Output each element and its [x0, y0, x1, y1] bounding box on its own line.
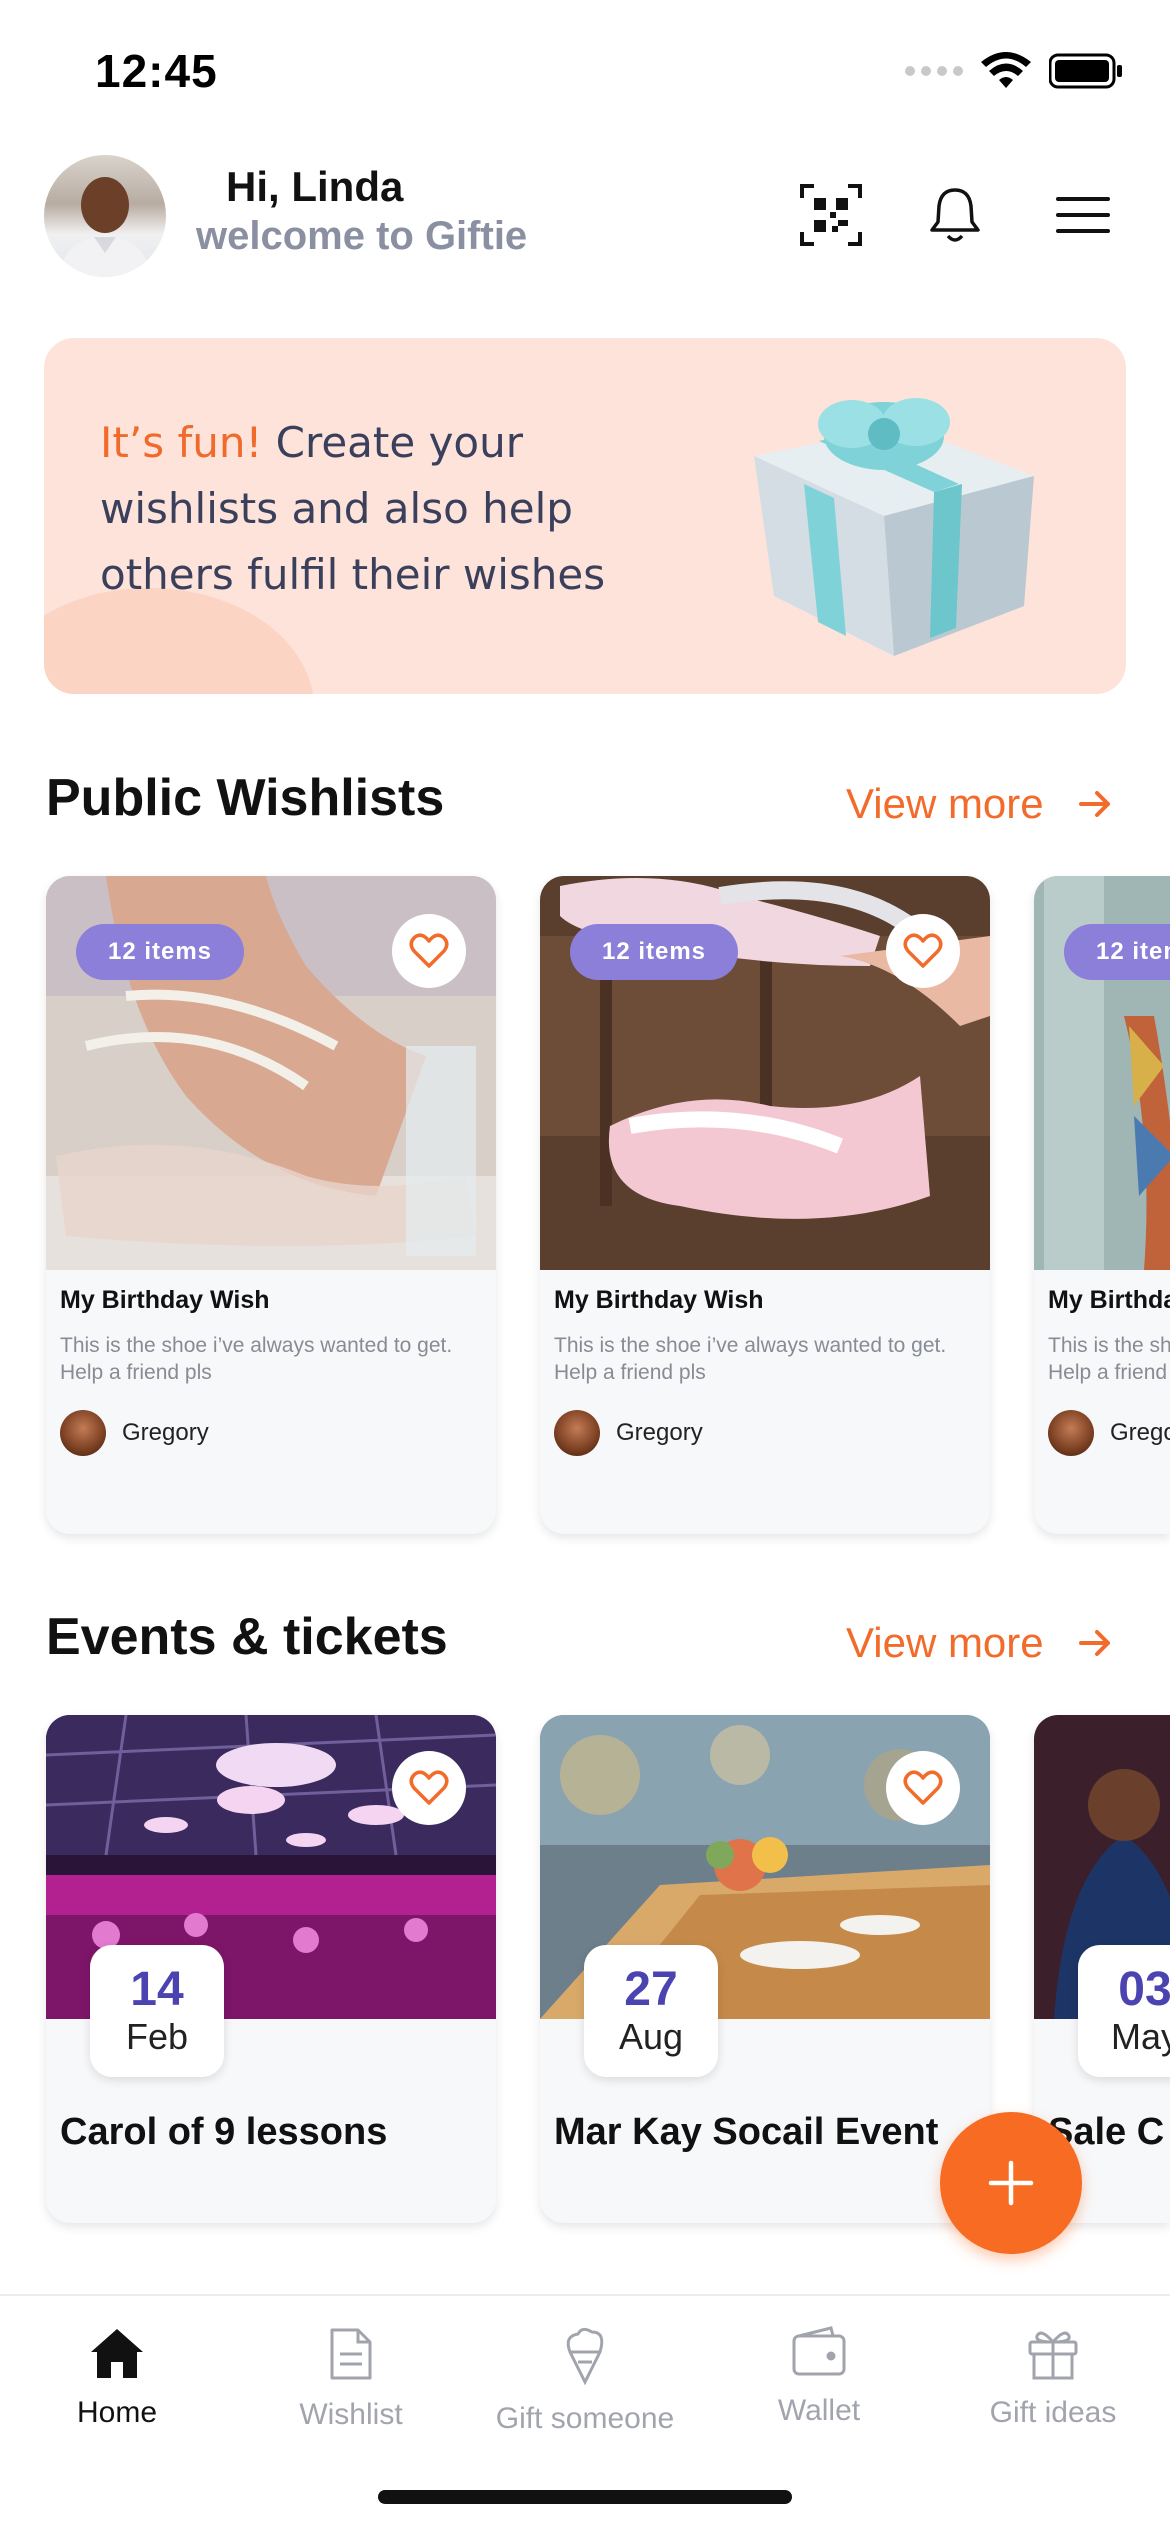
event-date: 14 Feb	[90, 1945, 224, 2077]
tab-wallet[interactable]: Wallet	[702, 2326, 936, 2428]
heart-icon	[903, 933, 943, 968]
tab-label: Home	[76, 2396, 158, 2429]
heart-icon	[409, 1770, 449, 1805]
tab-wishlist[interactable]: Wishlist	[234, 2326, 468, 2432]
welcome-text: welcome to Giftie	[196, 214, 528, 258]
gift-box-illustration	[754, 398, 1034, 656]
tab-label: Gift someone	[495, 2402, 675, 2435]
favorite-button[interactable]	[392, 1751, 466, 1825]
wishlist-description: This is the shoe i’ve always wanted to g…	[1048, 1334, 1170, 1384]
arrow-right-icon	[1078, 791, 1110, 817]
event-title: Carol of 9 lessons	[60, 2111, 388, 2153]
wishlist-card[interactable]: 12 items My Birthday Wish This is the sh…	[46, 876, 496, 1534]
promo-banner[interactable]: It’s fun! Create your wishlists and also…	[44, 338, 1126, 694]
wishlist-owner: Gregory	[554, 1410, 703, 1456]
menu-button[interactable]	[1048, 180, 1118, 250]
favorite-button[interactable]	[886, 1751, 960, 1825]
owner-name: Gregory	[122, 1419, 209, 1446]
public-wishlists-title: Public Wishlists	[46, 769, 445, 827]
banner-text: It’s fun! Create your wishlists and also…	[100, 410, 660, 608]
favorite-button[interactable]	[886, 914, 960, 988]
qr-code-icon	[800, 184, 862, 246]
wishlists-view-more-link[interactable]: View more	[846, 780, 1112, 828]
hamburger-icon	[1056, 197, 1110, 233]
qr-code-button[interactable]	[796, 180, 866, 250]
document-icon	[330, 2328, 372, 2380]
battery-icon	[1049, 53, 1122, 89]
tab-label: Wishlist	[299, 2398, 403, 2431]
event-date: 27 Aug	[584, 1945, 718, 2077]
event-month: Feb	[125, 2016, 189, 2057]
event-day: 27	[624, 1963, 678, 2016]
wifi-icon	[981, 52, 1031, 88]
owner-name: Gregory	[616, 1419, 703, 1446]
event-day: 03	[1118, 1963, 1170, 2016]
plus-icon	[988, 2160, 1034, 2206]
owner-avatar	[60, 1410, 106, 1456]
event-month: May	[1110, 2016, 1170, 2057]
tab-gift-ideas[interactable]: Gift ideas	[936, 2326, 1170, 2430]
signal-icon	[905, 66, 963, 76]
event-card[interactable]: 27 Aug Mar Kay Socail Event	[540, 1715, 990, 2223]
wishlist-title: My Birthday Wish	[60, 1286, 270, 1314]
tab-label: Wallet	[777, 2394, 861, 2427]
banner-highlight: It’s fun!	[100, 418, 263, 467]
owner-avatar	[1048, 1410, 1094, 1456]
event-day: 14	[130, 1963, 184, 2016]
owner-name: Gregory	[1110, 1419, 1170, 1446]
items-badge: 12 items	[570, 924, 738, 980]
event-card[interactable]: 14 Feb Carol of 9 lessons	[46, 1715, 496, 2223]
wishlist-card[interactable]: 12 items My Birthday Wish This is the sh…	[540, 876, 990, 1534]
greeting: Hi, Linda	[226, 163, 404, 210]
events-view-more-link[interactable]: View more	[846, 1619, 1112, 1667]
view-more-label: View more	[846, 780, 1044, 827]
ice-cream-icon	[566, 2327, 604, 2386]
wishlist-owner: Gregory	[60, 1410, 209, 1456]
view-more-label: View more	[846, 1619, 1044, 1666]
tab-gift-someone[interactable]: Gift someone	[468, 2326, 702, 2436]
wishlist-description: This is the shoe i’ve always wanted to g…	[554, 1334, 947, 1384]
wishlist-card[interactable]: 12 items My Birthday Wish This is the sh…	[1034, 876, 1170, 1534]
wishlist-description: This is the shoe i’ve always wanted to g…	[60, 1334, 453, 1384]
bell-icon	[930, 188, 980, 242]
avatar[interactable]	[44, 155, 166, 277]
wishlist-title: My Birthday Wish	[1048, 1286, 1170, 1314]
items-badge: 12 items	[1064, 924, 1170, 980]
wishlist-owner: Gregory	[1048, 1410, 1170, 1456]
items-badge: 12 items	[76, 924, 244, 980]
events-title: Events & tickets	[46, 1608, 448, 1666]
heart-icon	[903, 1770, 943, 1805]
status-time: 12:45	[95, 45, 218, 97]
tab-label: Gift ideas	[989, 2396, 1117, 2429]
home-indicator	[378, 2490, 792, 2504]
gift-icon	[1028, 2331, 1078, 2380]
event-date: 03 May	[1078, 1945, 1170, 2077]
home-icon	[91, 2329, 143, 2378]
heart-icon	[409, 933, 449, 968]
add-button[interactable]	[940, 2112, 1082, 2254]
arrow-right-icon	[1078, 1630, 1110, 1656]
wishlist-title: My Birthday Wish	[554, 1286, 764, 1314]
status-icons	[905, 52, 1123, 90]
owner-avatar	[554, 1410, 600, 1456]
favorite-button[interactable]	[392, 914, 466, 988]
event-month: Aug	[618, 2016, 684, 2057]
wallet-icon	[792, 2326, 846, 2376]
notifications-button[interactable]	[920, 180, 990, 250]
tab-home[interactable]: Home	[0, 2326, 234, 2430]
event-title: Mar Kay Socail Event	[554, 2111, 939, 2153]
